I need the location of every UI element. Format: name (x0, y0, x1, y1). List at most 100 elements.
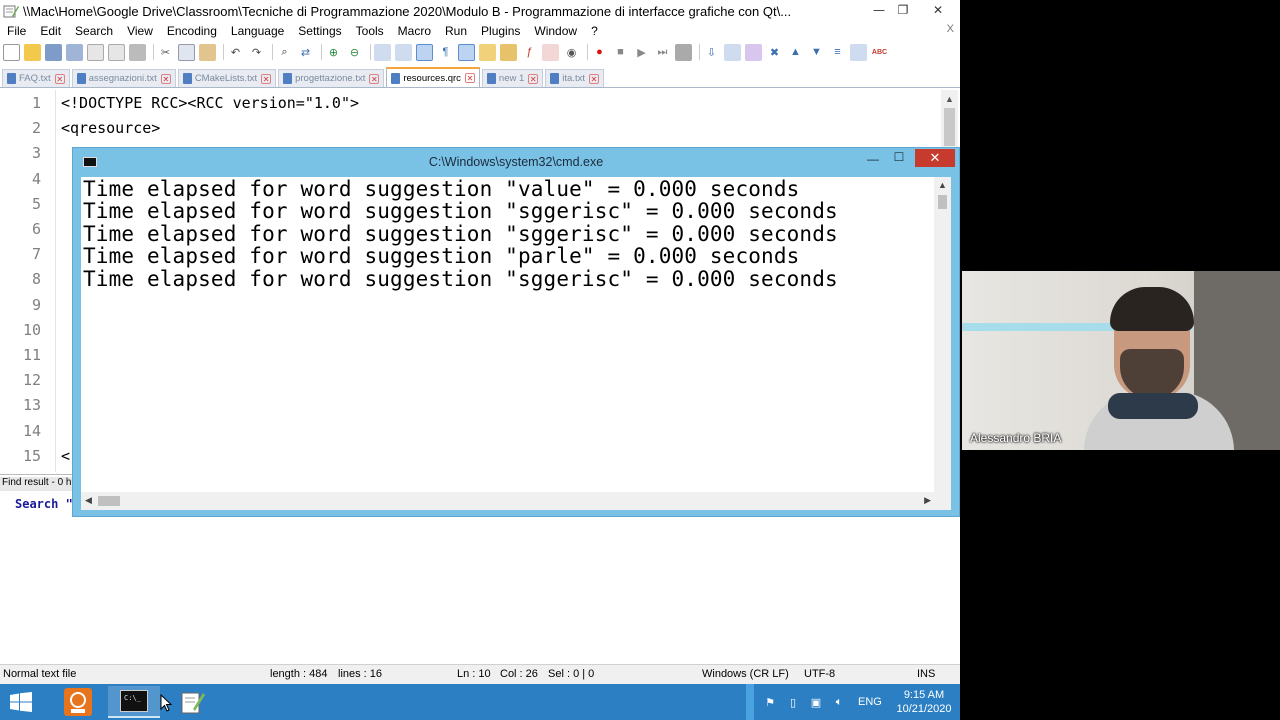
tab-close-icon[interactable]: ✕ (588, 73, 599, 84)
stop-macro-icon[interactable]: ■ (612, 44, 629, 61)
menu-tools[interactable]: Tools (349, 24, 391, 38)
save-macro-icon[interactable] (675, 43, 692, 61)
indent-guide-icon[interactable] (458, 43, 475, 61)
system-clock[interactable]: 9:15 AM 10/21/2020 (896, 688, 952, 716)
new-file-icon[interactable] (3, 43, 20, 61)
taskbar-cmd-app[interactable]: C:\_ (108, 686, 160, 718)
plugin-tool-2-icon[interactable] (724, 43, 741, 61)
plugin-tool-6-icon[interactable] (850, 43, 867, 61)
spell-check-icon[interactable]: ABC (871, 44, 888, 61)
tab-cmakelists[interactable]: CMakeLists.txt ✕ (177, 69, 277, 87)
find-results-search-line[interactable]: Search " (15, 497, 73, 511)
paste-icon[interactable] (199, 43, 216, 61)
menu-run[interactable]: Run (438, 24, 474, 38)
undo-icon[interactable]: ↶ (227, 44, 244, 61)
tab-new-1[interactable]: new 1 ✕ (481, 69, 544, 87)
copy-icon[interactable] (178, 43, 195, 61)
menu-help[interactable]: ? (584, 24, 605, 38)
scroll-thumb[interactable] (944, 108, 955, 146)
close-document-icon[interactable]: X (947, 23, 954, 35)
menu-edit[interactable]: Edit (33, 24, 68, 38)
cmd-vertical-scrollbar[interactable]: ▲ (934, 177, 951, 492)
redo-icon[interactable]: ↷ (248, 44, 265, 61)
word-wrap-icon[interactable] (416, 43, 433, 61)
record-macro-icon[interactable]: ● (591, 44, 608, 61)
run-macro-multiple-icon[interactable]: ⏭ (654, 44, 671, 61)
close-all-icon[interactable] (108, 43, 125, 61)
doc-map-icon[interactable] (500, 43, 517, 61)
menu-macro[interactable]: Macro (391, 24, 438, 38)
taskbar-notepadpp-app[interactable] (166, 686, 218, 718)
cmd-maximize-button[interactable]: ☐ (889, 150, 909, 166)
status-insert-mode[interactable]: INS (917, 668, 935, 680)
scroll-right-icon[interactable]: ▶ (924, 495, 931, 506)
show-all-characters-icon[interactable]: ¶ (437, 44, 454, 61)
tab-assegnazioni[interactable]: assegnazioni.txt ✕ (71, 69, 176, 87)
tab-progettazione[interactable]: progettazione.txt ✕ (278, 69, 385, 87)
plugin-tool-3-icon[interactable] (745, 43, 762, 61)
menu-language[interactable]: Language (224, 24, 291, 38)
zoom-out-icon[interactable]: ⊖ (346, 44, 363, 61)
cut-icon[interactable]: ✂ (157, 44, 174, 61)
tab-close-icon[interactable]: ✕ (369, 73, 380, 84)
plugin-tool-1-icon[interactable]: ⇩ (703, 44, 720, 61)
status-encoding[interactable]: UTF-8 (804, 668, 835, 680)
tab-close-icon[interactable]: ✕ (261, 73, 272, 84)
menu-encoding[interactable]: Encoding (160, 24, 224, 38)
open-file-icon[interactable] (24, 43, 41, 61)
cmd-title-bar[interactable]: C:\Windows\system32\cmd.exe — ☐ ✕ (73, 148, 959, 176)
zoom-in-icon[interactable]: ⊕ (325, 44, 342, 61)
replace-icon[interactable]: ⇄ (297, 44, 314, 61)
plugin-tool-5-icon[interactable]: ≡ (829, 44, 846, 61)
find-icon[interactable]: ⌕ (276, 44, 293, 61)
scroll-up-icon[interactable]: ▲ (938, 180, 947, 190)
cmd-close-button[interactable]: ✕ (915, 149, 955, 167)
print-icon[interactable] (129, 43, 146, 61)
scroll-thumb[interactable] (938, 195, 947, 209)
scroll-thumb[interactable] (98, 496, 120, 506)
cmd-horizontal-scrollbar[interactable]: ◀ ▶ (81, 492, 951, 510)
plugin-tool-4-icon[interactable]: ✖ (766, 44, 783, 61)
network-icon[interactable]: ▣ (808, 695, 824, 709)
monitoring-icon[interactable]: ◉ (563, 44, 580, 61)
cmd-console-output[interactable]: Time elapsed for word suggestion "value"… (81, 177, 951, 510)
arrow-up-icon[interactable]: ▲ (787, 44, 804, 61)
windows-start-icon[interactable] (10, 692, 32, 712)
tab-close-icon[interactable]: ✕ (464, 73, 475, 83)
menu-window[interactable]: Window (527, 24, 584, 38)
taskbar-pdf-app[interactable] (52, 686, 104, 718)
tab-resources-qrc[interactable]: resources.qrc ✕ (386, 67, 480, 87)
play-macro-icon[interactable]: ▶ (633, 44, 650, 61)
menu-settings[interactable]: Settings (291, 24, 348, 38)
tray-overflow-strip[interactable] (746, 684, 754, 720)
input-language[interactable]: ENG (858, 696, 882, 708)
npp-title-bar[interactable]: \\Mac\Home\Google Drive\Classroom\Tecnic… (0, 0, 960, 22)
tab-ita[interactable]: ita.txt ✕ (545, 69, 604, 87)
menu-file[interactable]: File (0, 24, 33, 38)
sync-horizontal-icon[interactable] (395, 43, 412, 61)
close-file-icon[interactable] (87, 43, 104, 61)
tab-close-icon[interactable]: ✕ (54, 73, 65, 84)
scroll-left-icon[interactable]: ◀ (85, 495, 92, 506)
flag-icon[interactable]: ⚑ (762, 695, 778, 709)
npp-close-button[interactable]: ✕ (922, 0, 954, 20)
udl-icon[interactable] (479, 43, 496, 61)
scroll-up-icon[interactable]: ▲ (945, 94, 954, 104)
npp-restore-button[interactable]: ❐ (890, 0, 916, 20)
folder-as-workspace-icon[interactable] (542, 43, 559, 61)
save-icon[interactable] (45, 43, 62, 61)
tab-close-icon[interactable]: ✕ (160, 73, 171, 84)
menu-view[interactable]: View (120, 24, 160, 38)
status-eol[interactable]: Windows (CR LF) (702, 668, 789, 680)
tab-faq[interactable]: FAQ.txt ✕ (2, 69, 70, 87)
device-icon[interactable]: ▯ (785, 695, 801, 709)
cmd-minimize-button[interactable]: — (863, 152, 883, 168)
menu-search[interactable]: Search (68, 24, 120, 38)
tab-close-icon[interactable]: ✕ (528, 73, 539, 84)
npp-minimize-button[interactable]: — (866, 0, 892, 20)
function-list-icon[interactable]: ƒ (521, 44, 538, 61)
menu-plugins[interactable]: Plugins (474, 24, 527, 38)
sync-vertical-icon[interactable] (374, 43, 391, 61)
arrow-down-icon[interactable]: ▼ (808, 44, 825, 61)
volume-icon[interactable]: 🔈︎ (831, 695, 847, 709)
